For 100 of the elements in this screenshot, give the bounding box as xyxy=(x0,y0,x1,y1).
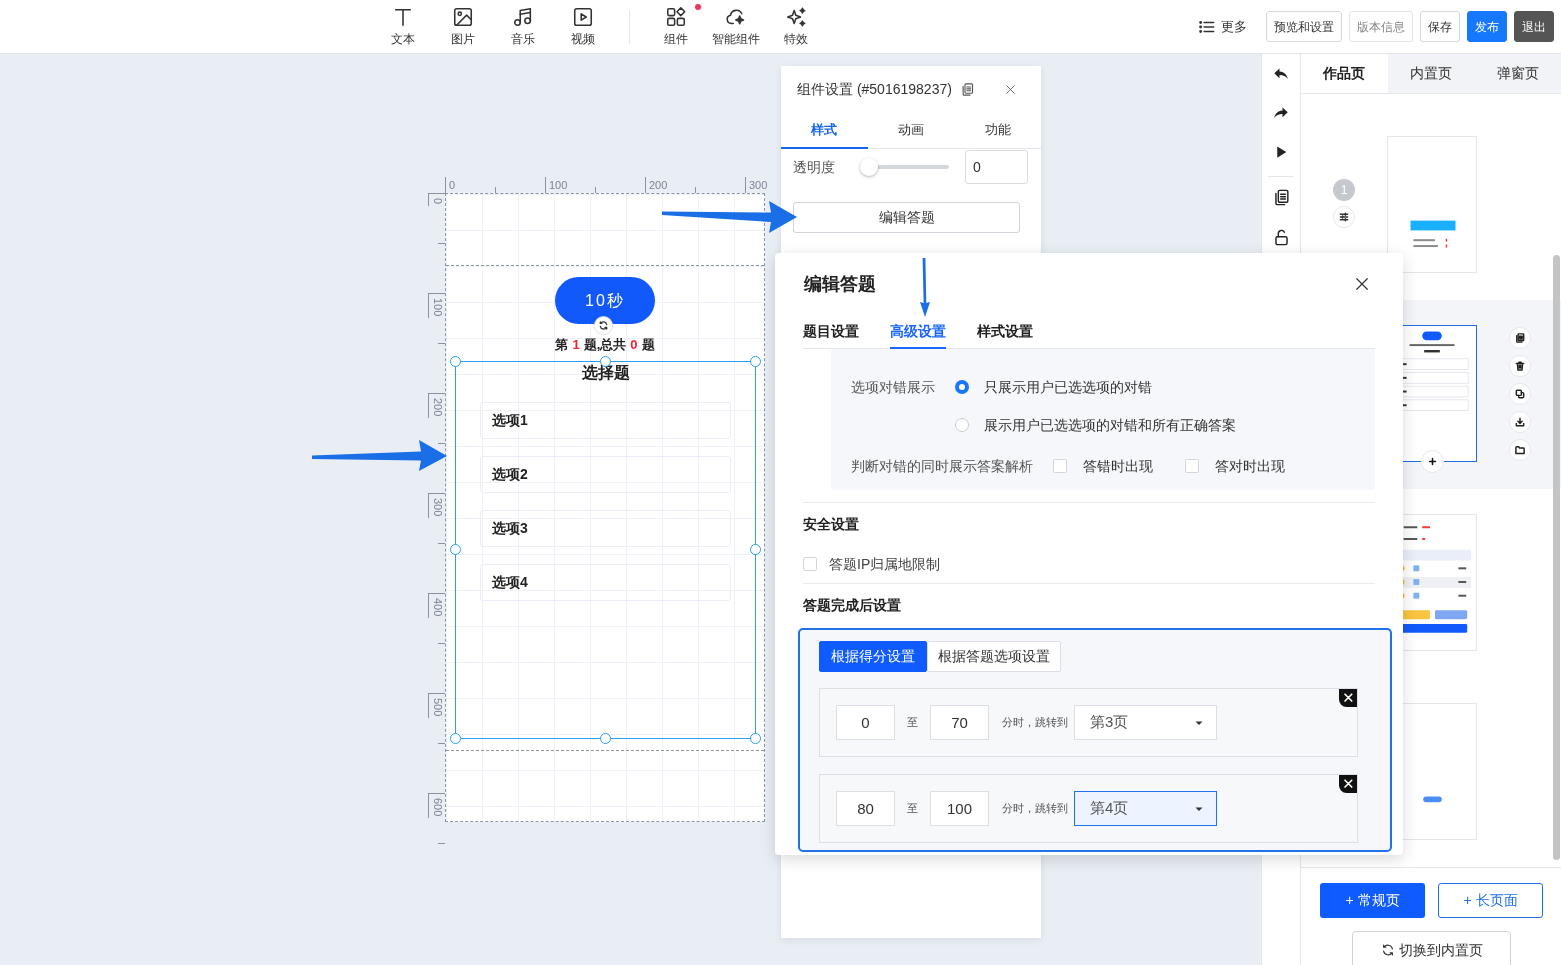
section-heading: 答题完成后设置 xyxy=(803,595,901,615)
question-progress: 第 1 题,总共 0 题 xyxy=(555,337,655,353)
page-select[interactable]: 第3页 xyxy=(1074,705,1217,740)
more-menu-button[interactable]: 更多 xyxy=(1198,16,1247,37)
annotation-arrow xyxy=(920,258,930,317)
toolbar-button[interactable]: 图片 xyxy=(433,0,493,54)
toolbar-button[interactable]: 智能组件 xyxy=(706,0,766,54)
dialog-tab[interactable]: 题目设置 xyxy=(803,315,859,349)
slider-thumb[interactable] xyxy=(860,158,878,176)
settings-tab[interactable]: 样式 xyxy=(781,113,868,149)
switch-button[interactable]: 切换到内置页 xyxy=(1352,931,1511,965)
score-input[interactable]: 0 xyxy=(836,705,895,740)
add-page-icon[interactable] xyxy=(1421,450,1444,473)
header-button[interactable]: 发布 xyxy=(1467,11,1507,42)
header-button[interactable]: 退出 xyxy=(1514,11,1554,42)
toolbar-button[interactable]: 视频 xyxy=(553,0,613,54)
image-icon xyxy=(452,6,474,28)
music-note-icon xyxy=(512,6,534,28)
resize-handle[interactable] xyxy=(600,356,611,367)
toolbar-button[interactable]: 组件 xyxy=(646,0,706,54)
radio-label: 只展示用户已选选项的对错 xyxy=(984,377,1152,397)
range-separator: 至 xyxy=(907,715,918,731)
checkbox[interactable] xyxy=(1053,459,1067,473)
resize-handle[interactable] xyxy=(750,356,761,367)
resize-handle[interactable] xyxy=(450,544,461,555)
opacity-slider[interactable] xyxy=(860,158,950,176)
toolbar-button[interactable]: 文本 xyxy=(373,0,433,54)
delete-icon[interactable] xyxy=(1339,775,1357,793)
sparkle-icon xyxy=(785,6,807,28)
toolbar-button[interactable]: 特效 xyxy=(766,0,826,54)
text-line xyxy=(1403,538,1426,540)
field-label: 选项对错展示 xyxy=(851,379,935,395)
rule-label: 分时，跳转到 xyxy=(1002,715,1068,731)
score-input[interactable]: 70 xyxy=(930,705,989,740)
resize-handle[interactable] xyxy=(600,733,611,744)
settings-tab[interactable]: 动画 xyxy=(867,113,955,149)
score-input[interactable]: 100 xyxy=(930,791,989,826)
add-page-button[interactable]: + 常规页 xyxy=(1320,883,1425,918)
option-box: 选项3 xyxy=(480,510,731,547)
header-button[interactable]: 保存 xyxy=(1420,11,1460,42)
timer-pill: 10秒 xyxy=(555,277,655,324)
text-line xyxy=(1409,344,1455,347)
toolbar-button[interactable]: 音乐 xyxy=(493,0,553,54)
ruler-label: 400 xyxy=(432,598,444,617)
panel-title: 组件设置 (#5016198237) xyxy=(797,80,952,99)
refresh-icon xyxy=(1380,943,1395,957)
radio-button[interactable] xyxy=(955,418,969,432)
resize-handle[interactable] xyxy=(750,544,761,555)
panel-tab[interactable]: 弹窗页 xyxy=(1474,54,1561,93)
button-block xyxy=(1410,220,1456,231)
trash-icon[interactable] xyxy=(1509,355,1531,377)
panel-tab[interactable]: 内置页 xyxy=(1387,54,1475,93)
checkbox-label: 答题IP归属地限制 xyxy=(829,554,941,574)
checkbox[interactable] xyxy=(803,557,817,571)
timer-pill xyxy=(1422,331,1442,341)
field-label: 透明度 xyxy=(793,159,835,175)
opacity-input[interactable]: 0 xyxy=(965,150,1028,184)
close-icon[interactable] xyxy=(1353,275,1371,293)
checkbox[interactable] xyxy=(1185,459,1199,473)
rotate-icon[interactable] xyxy=(594,316,613,335)
text-line xyxy=(1403,526,1431,529)
score-input[interactable]: 80 xyxy=(836,791,895,826)
ruler-label: 0 xyxy=(432,198,444,205)
rule-label: 分时，跳转到 xyxy=(1002,801,1068,817)
ruler-label: 100 xyxy=(549,179,568,191)
ruler-label: 500 xyxy=(432,698,444,717)
video-icon xyxy=(572,6,594,28)
components-icon xyxy=(665,6,687,28)
resize-handle[interactable] xyxy=(450,356,461,367)
copy-icon[interactable] xyxy=(959,82,975,97)
range-separator: 至 xyxy=(907,801,918,817)
header-button[interactable]: 预览和设置 xyxy=(1266,11,1342,42)
duplicate-icon[interactable] xyxy=(1509,383,1531,405)
resize-handle[interactable] xyxy=(750,733,761,744)
delete-icon[interactable] xyxy=(1339,689,1357,707)
ruler-label: 200 xyxy=(649,179,668,191)
option-box: 选项1 xyxy=(480,402,731,439)
dialog-tab[interactable]: 样式设置 xyxy=(977,315,1033,349)
ruler-label: 0 xyxy=(449,179,456,191)
sliders-icon[interactable] xyxy=(1333,206,1355,228)
checkbox-label: 答错时出现 xyxy=(1083,456,1153,476)
page-select[interactable]: 第4页 xyxy=(1074,791,1217,826)
segment-tab[interactable]: 根据答题选项设置 xyxy=(927,641,1061,672)
text-icon xyxy=(392,6,414,28)
edit-answers-button[interactable]: 编辑答题 xyxy=(793,202,1020,233)
radio-label: 展示用户已选选项的对错和所有正确答案 xyxy=(984,415,1236,435)
scrollbar[interactable] xyxy=(1553,255,1560,860)
copy-icon[interactable] xyxy=(1509,327,1531,349)
segment-tab[interactable]: 根据得分设置 xyxy=(819,641,927,672)
ruler-label: 300 xyxy=(749,179,768,191)
ruler-label: 100 xyxy=(432,298,444,317)
radio-button[interactable] xyxy=(955,380,969,394)
download-icon[interactable] xyxy=(1509,411,1531,433)
ruler-label: 300 xyxy=(432,498,444,517)
settings-tab[interactable]: 功能 xyxy=(954,113,1041,149)
folder-icon[interactable] xyxy=(1509,439,1531,461)
checkbox-label: 答对时出现 xyxy=(1215,456,1285,476)
resize-handle[interactable] xyxy=(450,733,461,744)
question-title: 选择题 xyxy=(581,363,630,383)
add-page-button[interactable]: + 长页面 xyxy=(1438,883,1543,918)
